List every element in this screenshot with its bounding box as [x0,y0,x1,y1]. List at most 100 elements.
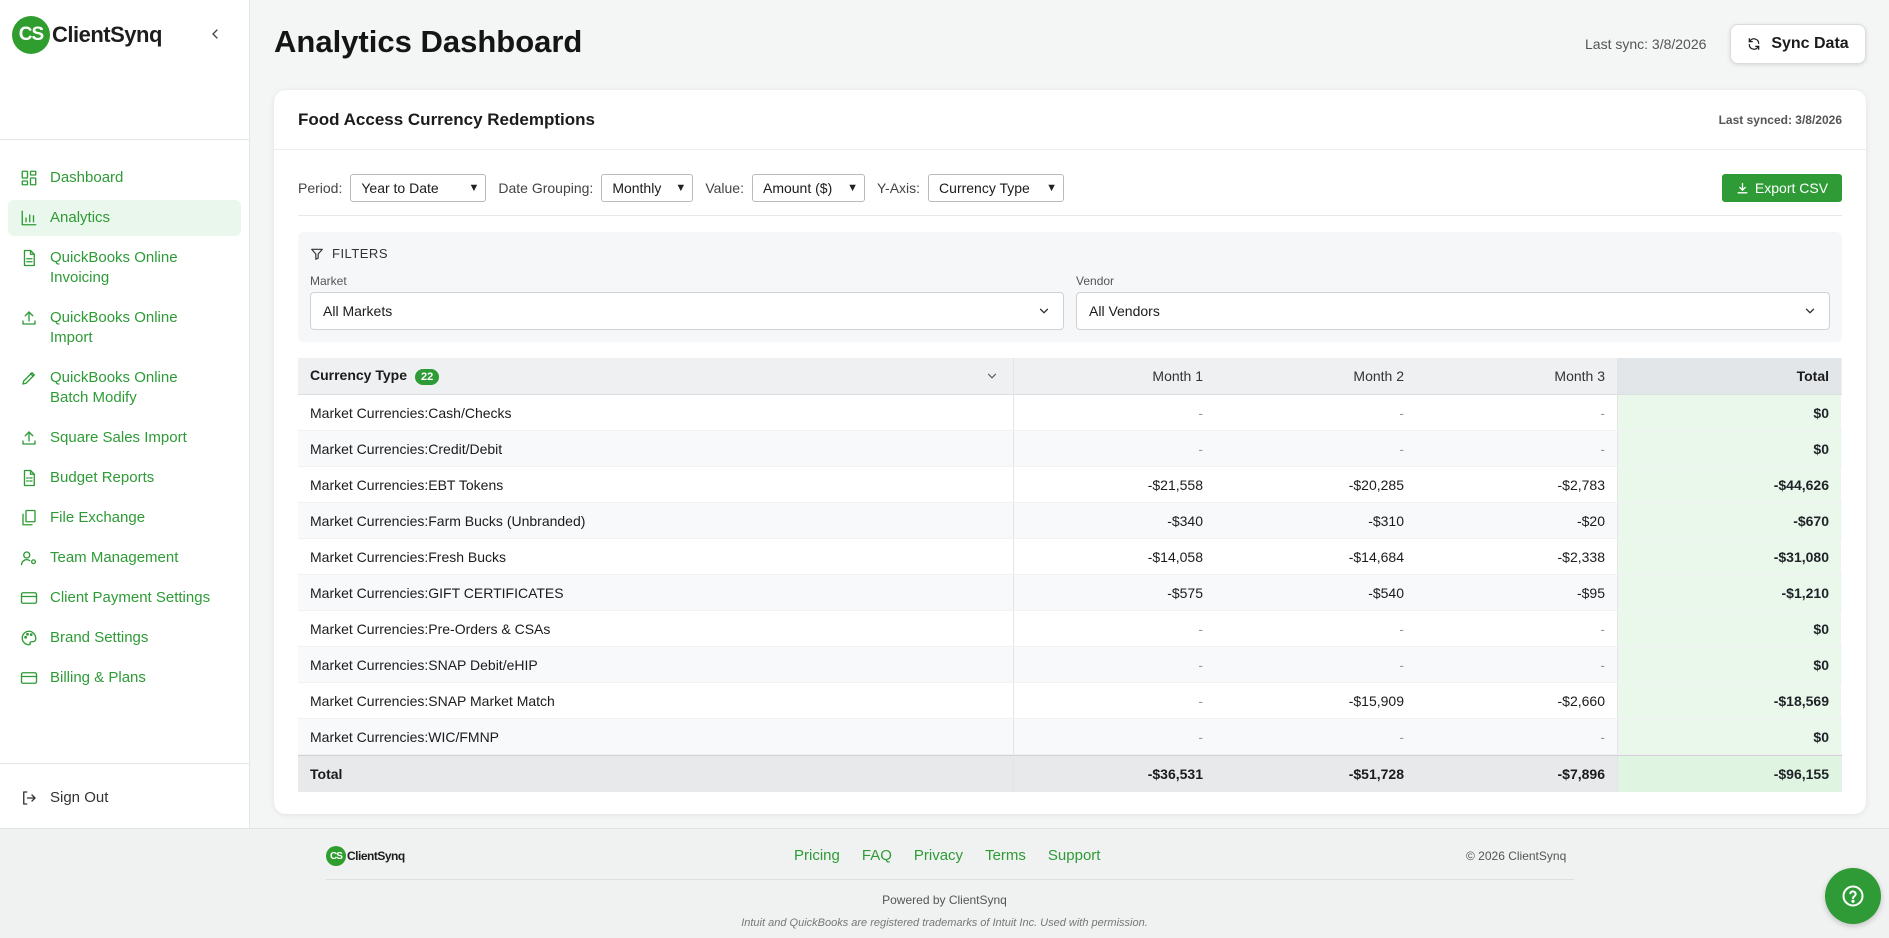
vendor-select[interactable]: All Vendors [1076,292,1830,330]
yaxis-select[interactable]: Currency Type ▼ [928,174,1065,202]
total-cell: -$18,569 [1617,683,1841,718]
table-row: Market Currencies:SNAP Debit/eHIP - - - $0 [298,647,1842,683]
month-1-cell: - [1198,728,1203,745]
total-cell: -$670 [1617,503,1841,538]
bar-chart-icon [20,209,38,227]
table-row: Market Currencies:SNAP Market Match - -$15… [298,683,1842,719]
footer-link-faq[interactable]: FAQ [862,847,892,864]
redemptions-table: Currency Type 22 Month 1 Month 2 Month 3 … [298,358,1842,792]
sidebar-item-billing-plans[interactable]: Billing & Plans [8,660,241,696]
sidebar-item-label: Team Management [50,549,179,566]
month-2-cell: -$20,285 [1348,476,1404,493]
powered-by: Powered by ClientSynq [882,893,1007,907]
logo-text: ClientSynq [52,22,162,47]
signout-section: Sign Out [0,763,249,836]
table-header-row: Currency Type 22 Month 1 Month 2 Month 3 … [298,358,1842,395]
footer-logo-badge: CS [326,846,346,866]
period-value: Year to Date [361,180,439,196]
market-select[interactable]: All Markets [310,292,1064,330]
month-1-cell: -$21,558 [1147,476,1203,493]
currency-type-cell: Market Currencies:SNAP Market Match [298,683,1014,718]
palette-icon [20,629,38,647]
export-csv-button[interactable]: Export CSV [1722,174,1842,202]
total-row-label: Total [298,756,1014,792]
upload-icon [20,429,38,447]
yaxis-value: Currency Type [939,180,1030,196]
sidebar-item-label: Analytics [50,209,111,226]
chevron-down-icon: ▼ [468,182,480,194]
sidebar-item-budget-reports[interactable]: Budget Reports [8,460,241,496]
month-3-cell: -$2,338 [1557,548,1605,565]
logout-icon [20,789,38,807]
month-2-header: Month 2 [1353,368,1404,384]
footer-divider [326,879,1574,880]
sidebar-item-square-sales-import[interactable]: Square Sales Import [8,420,241,456]
sidebar-item-label: Dashboard [50,169,124,186]
help-button[interactable] [1825,868,1881,924]
table-body: Market Currencies:Cash/Checks - - - $0 Market… [298,395,1842,755]
sidebar-item-team-management[interactable]: Team Management [8,540,241,576]
month-3-cell: - [1600,440,1605,457]
currency-type-cell: Market Currencies:WIC/FMNP [298,719,1014,754]
grand-total: -$96,155 [1617,756,1841,792]
month-3-cell: - [1600,728,1605,745]
pencil-icon [20,369,38,387]
sidebar-item-label: Billing & Plans [50,669,146,686]
sidebar-item-analytics[interactable]: Analytics [8,200,241,236]
currency-type-cell: Market Currencies:Cash/Checks [298,395,1014,430]
sync-data-button[interactable]: Sync Data [1730,24,1866,64]
value-select[interactable]: Amount ($) ▼ [751,174,865,202]
sidebar-item-label: QuickBooks Online Import [50,309,178,346]
sign-out-label: Sign Out [50,789,109,806]
currency-type-column-header[interactable]: Currency Type 22 [298,358,1014,394]
month-1-cell: -$14,058 [1147,548,1203,565]
sidebar-item-file-exchange[interactable]: File Exchange [8,500,241,536]
footer-link-pricing[interactable]: Pricing [794,847,840,864]
table-row: Market Currencies:Fresh Bucks -$14,058 -$1… [298,539,1842,575]
sidebar-item-quickbooks-online-invoicing[interactable]: QuickBooks Online Invoicing [8,240,241,296]
footer-link-privacy[interactable]: Privacy [914,847,963,864]
sidebar-item-label: Client Payment Settings [50,589,211,606]
month-2-cell: -$310 [1368,512,1404,529]
sidebar-item-client-payment-settings[interactable]: Client Payment Settings [8,580,241,616]
footer-link-support[interactable]: Support [1048,847,1101,864]
sign-out-button[interactable]: Sign Out [8,780,241,816]
grouping-select[interactable]: Monthly ▼ [601,174,694,202]
table-row: Market Currencies:Cash/Checks - - - $0 [298,395,1842,431]
period-select[interactable]: Year to Date ▼ [350,174,487,202]
page-title: Analytics Dashboard [274,24,583,59]
table-row: Market Currencies:Farm Bucks (Unbranded)… [298,503,1842,539]
month-2-cell: - [1399,404,1404,421]
footer: CS ClientSynq Pricing FAQ Privacy Terms Supp… [0,828,1889,938]
table-row: Market Currencies:EBT Tokens -$21,558 -$20… [298,467,1842,503]
month-1-cell: - [1198,692,1203,709]
export-csv-label: Export CSV [1754,180,1829,196]
table-row: Market Currencies:GIFT CERTIFICATES -$575… [298,575,1842,611]
table-row: Market Currencies:Pre-Orders & CSAs - - - $0 [298,611,1842,647]
month-3-cell: - [1600,620,1605,637]
brand-spacer [0,70,249,140]
sidebar-item-label: QuickBooks Online Invoicing [50,249,178,286]
month-1-cell: - [1198,440,1203,457]
currency-type-cell: Market Currencies:Credit/Debit [298,431,1014,466]
footer-links: Pricing FAQ Privacy Terms Support [794,847,1122,864]
market-label: Market [310,274,347,288]
total-cell: $0 [1617,719,1841,754]
sidebar-item-dashboard[interactable]: Dashboard [8,160,241,196]
period-label: Period: [298,180,343,196]
last-sync-text: Last sync: 3/8/2026 [1585,36,1707,52]
sidebar-item-quickbooks-online-import[interactable]: QuickBooks Online Import [8,300,241,356]
value-value: Amount ($) [762,180,833,196]
chevron-down-icon [1039,308,1049,314]
total-cell: -$31,080 [1617,539,1841,574]
total-month-1: -$36,531 [1147,766,1203,782]
dashboard-icon [20,169,38,187]
footer-logo: CS ClientSynq [326,846,405,866]
card-last-synced: Last synced: 3/8/2026 [1718,113,1842,127]
collapse-sidebar-button[interactable] [205,24,225,44]
help-icon [1842,885,1864,907]
footer-link-terms[interactable]: Terms [985,847,1026,864]
sidebar-item-quickbooks-online-batch-modify[interactable]: QuickBooks Online Batch Modify [8,360,241,416]
sidebar-item-brand-settings[interactable]: Brand Settings [8,620,241,656]
currency-type-header-label: Currency Type [310,367,407,383]
